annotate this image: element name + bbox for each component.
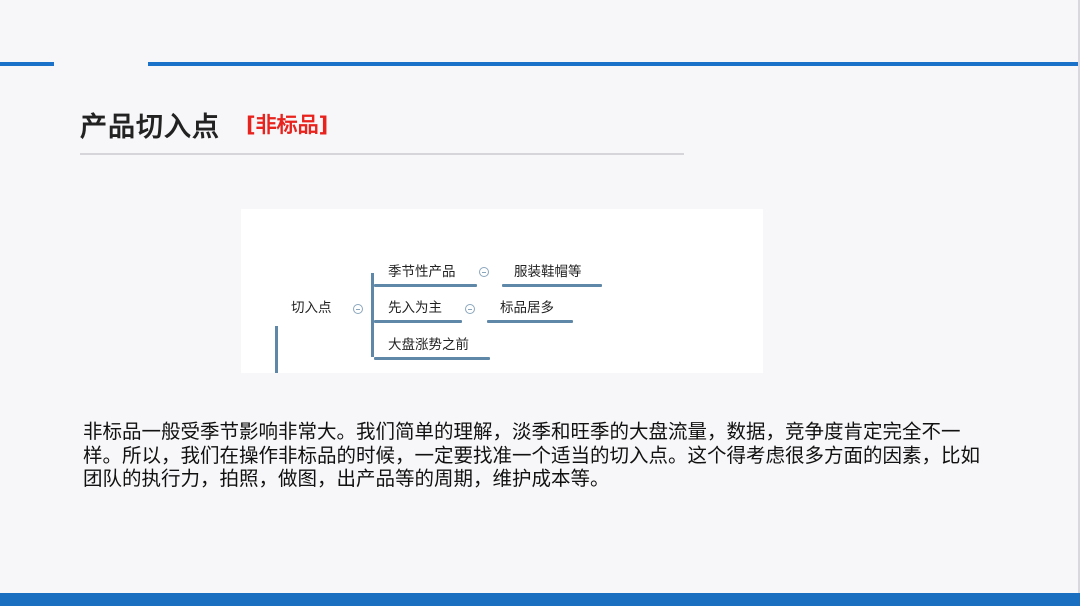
title-tag: [非标品]	[246, 113, 329, 137]
header-accent-line-right	[148, 62, 1080, 66]
body-paragraph: 非标品一般受季节影响非常大。我们简单的理解，淡季和旺季的大盘流量，数据，竞争度肯…	[83, 420, 981, 490]
mindmap-child-line	[502, 284, 602, 287]
mindmap-branch-label: 大盘涨势之前	[388, 337, 469, 353]
header-accent-line-left	[0, 62, 54, 66]
mindmap-image: 切入点 季节性产品 服装鞋帽等 先入为主 标品居多 大盘涨势之前	[241, 209, 763, 373]
mindmap-branch-line	[374, 320, 462, 323]
footer-bar	[0, 593, 1080, 606]
mindmap-root: 切入点	[291, 300, 332, 316]
mindmap-branch-label: 季节性产品	[388, 264, 456, 280]
title-divider	[80, 153, 684, 155]
collapse-icon[interactable]	[465, 304, 475, 314]
mindmap-root-connector	[275, 326, 278, 373]
mindmap-child-line	[487, 320, 573, 323]
collapse-icon[interactable]	[353, 304, 363, 314]
mindmap-child-label: 标品居多	[500, 300, 554, 316]
mindmap-branch-line	[374, 284, 477, 287]
mindmap-branch-line	[374, 357, 490, 360]
title-row: 产品切入点 [非标品]	[80, 104, 328, 144]
page-title: 产品切入点	[80, 111, 220, 143]
collapse-icon[interactable]	[479, 267, 489, 277]
mindmap-branch-label: 先入为主	[388, 300, 442, 316]
mindmap-child-label: 服装鞋帽等	[514, 264, 582, 280]
